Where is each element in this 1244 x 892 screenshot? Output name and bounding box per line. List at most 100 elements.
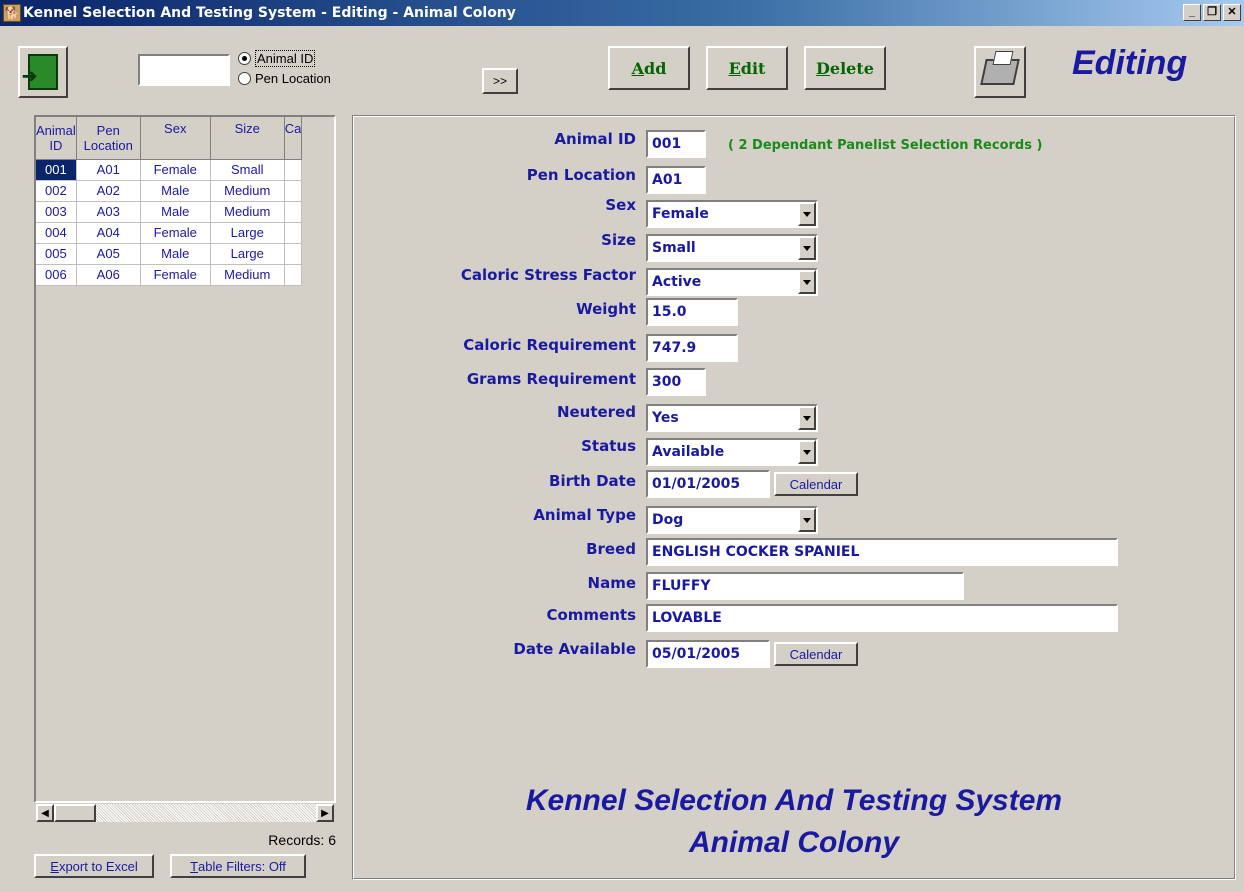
cell-size[interactable]: Medium: [210, 201, 285, 223]
cell-animal-id[interactable]: 001: [36, 159, 77, 181]
cell-animal-id[interactable]: 005: [36, 243, 77, 265]
export-to-excel-button[interactable]: Export to Excel: [34, 854, 154, 878]
radio-button-animal-id[interactable]: [238, 51, 251, 65]
caloric-requirement-field[interactable]: 747.9: [646, 334, 738, 362]
neutered-select[interactable]: Yes: [646, 404, 818, 432]
cell-size[interactable]: Large: [210, 243, 285, 265]
cell-pen-location[interactable]: A04: [76, 222, 141, 244]
cell-pen-location[interactable]: A02: [76, 180, 141, 202]
radio-option-animal-id[interactable]: Animal ID: [238, 48, 331, 68]
edit-button[interactable]: Edit: [706, 46, 788, 90]
date-available-field[interactable]: 05/01/2005: [646, 640, 770, 668]
printer-icon: [980, 59, 1020, 85]
minimize-icon[interactable]: _: [1183, 4, 1201, 21]
size-label: Size: [601, 231, 636, 249]
cell-animal-id[interactable]: 006: [36, 264, 77, 286]
radio-button-pen-location[interactable]: [238, 71, 251, 85]
column-header-animal-id[interactable]: Animal ID: [36, 117, 77, 160]
date-available-calendar-button[interactable]: Calendar: [774, 642, 858, 666]
export-label: xport to Excel: [58, 858, 138, 874]
table-row[interactable]: 005 A05 Male Large: [36, 243, 303, 265]
animal-type-select[interactable]: Dog: [646, 506, 818, 534]
sex-select[interactable]: Female: [646, 200, 818, 228]
grid-horizontal-scrollbar[interactable]: ◀ ▶: [36, 804, 334, 822]
cell-truncated[interactable]: [284, 243, 303, 265]
chevron-down-icon[interactable]: [798, 508, 816, 532]
column-header-sex[interactable]: Sex: [140, 117, 211, 160]
cell-truncated[interactable]: [284, 264, 303, 286]
animal-detail-panel: [352, 115, 1236, 880]
cell-sex[interactable]: Female: [140, 222, 211, 244]
status-select[interactable]: Available: [646, 438, 818, 466]
table-filters-button[interactable]: Table Filters: Off: [170, 854, 306, 878]
cell-animal-id[interactable]: 003: [36, 201, 77, 223]
comments-field[interactable]: LOVABLE: [646, 604, 1118, 632]
name-field[interactable]: FLUFFY: [646, 572, 964, 600]
cell-pen-location[interactable]: A05: [76, 243, 141, 265]
restore-icon[interactable]: ❐: [1203, 4, 1221, 21]
dependants-note: ( 2 Dependant Panelist Selection Records…: [728, 138, 1043, 153]
table-row[interactable]: 003 A03 Male Medium: [36, 201, 303, 223]
cell-pen-location[interactable]: A03: [76, 201, 141, 223]
pen-location-field[interactable]: A01: [646, 166, 706, 194]
chevron-down-icon[interactable]: [798, 270, 816, 294]
scroll-thumb[interactable]: [54, 804, 96, 822]
cell-pen-location[interactable]: A06: [76, 264, 141, 286]
scroll-left-icon[interactable]: ◀: [36, 804, 54, 822]
cell-sex[interactable]: Male: [140, 180, 211, 202]
cell-pen-location[interactable]: A01: [76, 159, 141, 181]
column-header-pen-location[interactable]: Pen Location: [76, 117, 141, 160]
cell-size[interactable]: Medium: [210, 180, 285, 202]
add-button[interactable]: Add: [608, 46, 690, 90]
kennel-app-icon[interactable]: 🐕: [3, 4, 21, 22]
chevron-down-icon[interactable]: [798, 406, 816, 430]
chevron-down-icon[interactable]: [798, 440, 816, 464]
cell-size[interactable]: Medium: [210, 264, 285, 286]
column-header-caloric-truncated[interactable]: Ca: [284, 117, 303, 160]
grams-requirement-field[interactable]: 300: [646, 368, 706, 396]
size-select[interactable]: Small: [646, 234, 818, 262]
cell-sex[interactable]: Male: [140, 201, 211, 223]
birth-date-calendar-button[interactable]: Calendar: [774, 472, 858, 496]
cell-sex[interactable]: Female: [140, 159, 211, 181]
exit-button[interactable]: ➔: [18, 46, 68, 98]
scroll-right-icon[interactable]: ▶: [316, 804, 334, 822]
chevron-down-icon[interactable]: [798, 202, 816, 226]
delete-button[interactable]: Delete: [804, 46, 886, 90]
table-row[interactable]: 001 A01 Female Small: [36, 159, 303, 181]
column-header-size[interactable]: Size: [210, 117, 285, 160]
cell-truncated[interactable]: [284, 180, 303, 202]
birth-date-label: Birth Date: [549, 472, 636, 490]
table-row[interactable]: 006 A06 Female Medium: [36, 264, 303, 286]
sex-label: Sex: [605, 196, 636, 214]
cell-animal-id[interactable]: 002: [36, 180, 77, 202]
cell-truncated[interactable]: [284, 222, 303, 244]
cell-truncated[interactable]: [284, 159, 303, 181]
birth-date-field[interactable]: 01/01/2005: [646, 470, 770, 498]
window-title: Kennel Selection And Testing System - Ed…: [23, 5, 516, 21]
close-icon[interactable]: ✕: [1223, 4, 1241, 21]
cell-truncated[interactable]: [284, 201, 303, 223]
print-button[interactable]: [974, 46, 1026, 98]
cell-animal-id[interactable]: 004: [36, 222, 77, 244]
search-input[interactable]: [138, 54, 230, 86]
cell-sex[interactable]: Female: [140, 264, 211, 286]
go-search-button[interactable]: >>: [482, 68, 518, 94]
radio-option-pen-location[interactable]: Pen Location: [238, 68, 331, 88]
weight-field[interactable]: 15.0: [646, 298, 738, 326]
cell-sex[interactable]: Male: [140, 243, 211, 265]
export-hotkey: E: [50, 858, 59, 874]
status-value: Available: [652, 444, 725, 460]
cell-size[interactable]: Large: [210, 222, 285, 244]
caloric-stress-select[interactable]: Active: [646, 268, 818, 296]
edit-button-hotkey: E: [728, 58, 741, 78]
animal-id-field[interactable]: 001: [646, 130, 706, 158]
animal-grid[interactable]: Animal ID Pen Location Sex Size Ca 001 A…: [34, 115, 336, 803]
chevron-down-icon[interactable]: [798, 236, 816, 260]
breed-field[interactable]: ENGLISH COCKER SPANIEL: [646, 538, 1118, 566]
table-row[interactable]: 004 A04 Female Large: [36, 222, 303, 244]
cell-size[interactable]: Small: [210, 159, 285, 181]
record-count: Records: 6: [268, 832, 336, 848]
table-row[interactable]: 002 A02 Male Medium: [36, 180, 303, 202]
footer-title-line1: Kennel Selection And Testing System: [525, 784, 1063, 817]
